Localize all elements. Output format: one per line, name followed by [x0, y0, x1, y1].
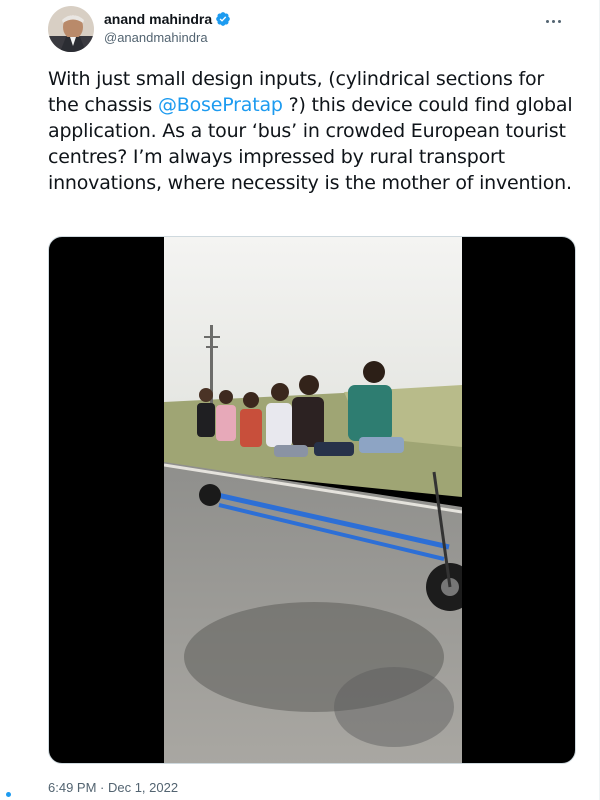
tweet-video[interactable] [48, 236, 576, 764]
author-names: anand mahindra @anandmahindra [104, 11, 231, 45]
tweet-text: With just small design inputs, (cylindri… [48, 66, 578, 196]
display-name-row[interactable]: anand mahindra [104, 11, 231, 27]
more-options-button[interactable] [538, 10, 568, 32]
indicator-dot [6, 792, 11, 797]
verified-badge-icon [215, 11, 231, 27]
tweet-card: anand mahindra @anandmahindra With just … [0, 0, 600, 800]
tweet-timestamp[interactable]: 6:49 PM · Dec 1, 2022 [48, 780, 178, 795]
author-handle[interactable]: @anandmahindra [104, 30, 231, 45]
avatar-image [48, 6, 94, 52]
mention-link[interactable]: @BosePratap [158, 94, 283, 116]
tweet-header: anand mahindra @anandmahindra [48, 6, 588, 56]
avatar[interactable] [48, 6, 94, 52]
display-name: anand mahindra [104, 11, 213, 27]
more-horizontal-icon [545, 19, 561, 23]
video-thumbnail [164, 237, 462, 763]
